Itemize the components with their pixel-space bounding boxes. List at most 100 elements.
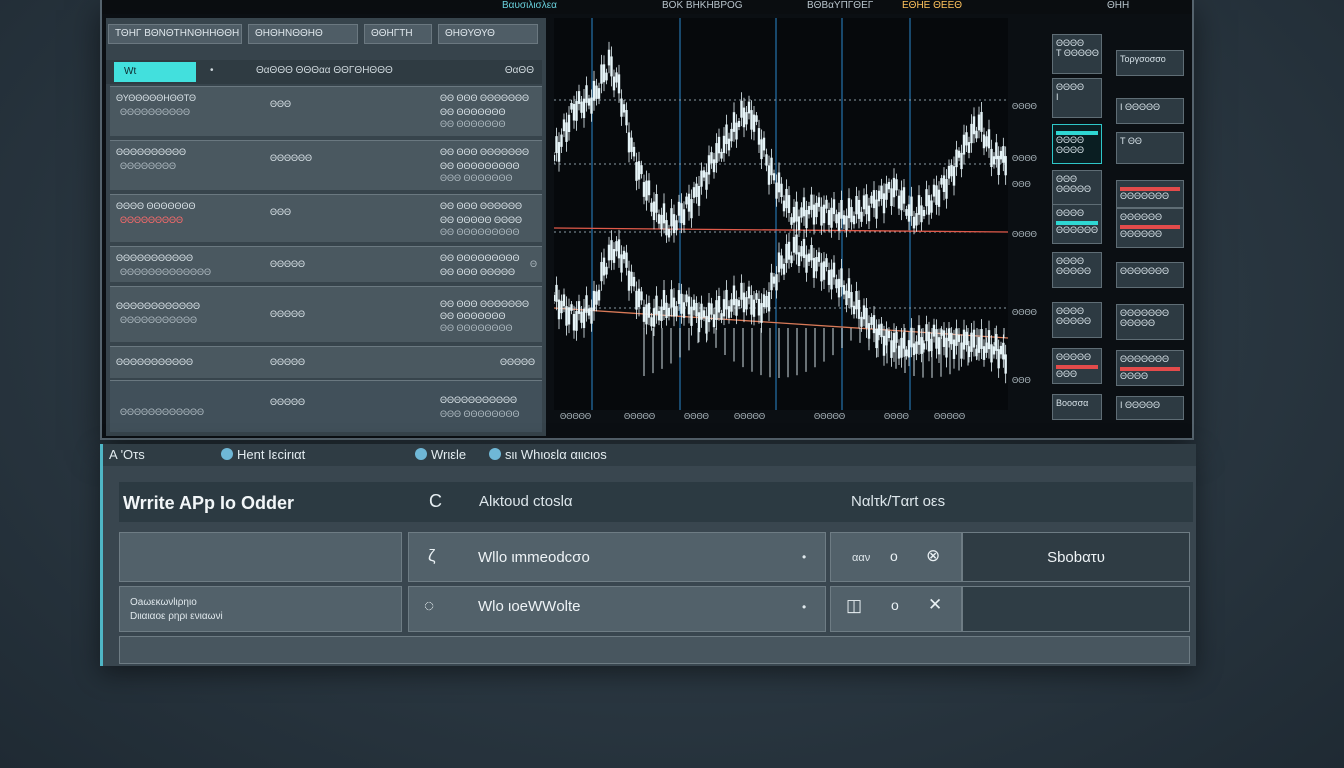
widget-left[interactable]: ΘΘΘΘΘΘΘΘ (1052, 124, 1102, 164)
widget-label: ΘΘΘΘ (1056, 208, 1085, 218)
price-candle (715, 143, 718, 163)
chart-small-icon[interactable]: ααν (852, 552, 870, 564)
widget-right[interactable]: ΘΘΘΘΘΘΘ ΘΘΘΘ (1116, 350, 1184, 386)
price-candle (882, 335, 886, 356)
price-candle (999, 345, 1003, 355)
widget-right[interactable]: ΘΘΘΘΘΘΘΘΘΘΘΘ (1116, 208, 1184, 248)
price-candle (747, 286, 751, 299)
price-candle (982, 134, 986, 149)
price-candle (717, 136, 721, 154)
price-candle (785, 188, 788, 209)
order-row[interactable]: ΘΘΘΘΘΘΘΘΘΘΘ ΘΘΘΘΘ ΘΘΘΘΘ (110, 346, 542, 378)
order-sub: ΘΘΘΘΘΘΘΘΘΘΘΘΘ (120, 267, 212, 277)
price-candle (690, 306, 693, 326)
window-icon[interactable]: ◫ (846, 596, 862, 616)
filter-right-label[interactable]: ΘαΘΘ (505, 65, 534, 76)
order-row[interactable]: ΘΥΘΘΘΘΘΗΘΘΤΘ ΘΘΘΘΘΘΘΘΘΘ ΘΘΘ ΘΘ ΘΘΘ ΘΘΘΘΘ… (110, 86, 542, 136)
widget-left[interactable]: ΘΘΘΘΘΘΘΘ (1052, 348, 1102, 384)
price-candle (800, 207, 803, 218)
tab-orders[interactable]: Α 'Οτs (109, 447, 145, 462)
widget-right[interactable]: Τοργσοσσο (1116, 50, 1184, 76)
price-candle (667, 307, 671, 317)
order-row[interactable]: ΘΘΘΘΘΘΘΘΘΘΘΘ ΘΘΘΘΘΘΘΘΘΘΘ ΘΘΘΘΘ ΘΘ ΘΘΘ ΘΘ… (110, 286, 542, 342)
order-entry-tabs: Α 'Οτs Ηent Ιεcirιαt Wrιεle sιι Whιοεlα … (103, 444, 1196, 466)
circle-icon[interactable]: ◌ (424, 596, 434, 616)
option-icon[interactable]: ο (890, 548, 898, 564)
price-candle (737, 300, 741, 307)
tab-4[interactable]: ΘΗΘΥΘΥΘ (438, 24, 538, 44)
filter-row: Wt • ΘαΘΘΘ ΘΘΘαα ΘΘΓΘΗΘΘΘ ΘαΘΘ (106, 60, 542, 84)
widget-left[interactable]: Βοοσσα (1052, 394, 1102, 420)
order-row[interactable]: ΘΘΘΘ ΘΘΘΘΘΘΘ ΘΘΘΘΘΘΘΘΘ ΘΘΘ ΘΘ ΘΘΘ ΘΘΘΘΘΘ… (110, 194, 542, 242)
widget-right[interactable]: ΘΘΘΘΘΘΘ (1116, 262, 1184, 288)
price-candle (750, 110, 753, 130)
widget-label: ΘΘΘΘΘΘΘ (1120, 266, 1170, 276)
price-candle (807, 206, 811, 215)
price-candle (815, 202, 818, 218)
price-candle (580, 311, 583, 323)
candlestick-chart[interactable] (554, 18, 1008, 410)
option-icon[interactable]: ο (891, 597, 899, 613)
order-r3: ΘΘΘ ΘΘΘΘΘΘΘΘ (440, 409, 520, 419)
tab-write[interactable]: Wrιεle (415, 447, 466, 462)
widget-left[interactable]: ΘΘΘΘ Ι (1052, 78, 1102, 118)
price-candle (950, 164, 953, 177)
widget-label: ΘΘΘΘΘΘΘ (1120, 354, 1170, 364)
tab-2[interactable]: ΘΗΘΗΝΘΘΗΘ (248, 24, 358, 44)
widget-right[interactable]: Ι ΘΘΘΘΘ (1116, 396, 1184, 420)
tab-history[interactable]: Ηent Ιεcirιαt (221, 447, 305, 462)
price-candle (732, 112, 736, 132)
widget-left[interactable]: ΘΘΘΘ Τ ΘΘΘΘΘ (1052, 34, 1102, 74)
price-candle (782, 200, 786, 212)
order-name: ΘΘΘΘΘΘΘΘΘΘΘ (116, 357, 194, 367)
price-candle (785, 243, 788, 264)
refresh-icon[interactable]: C (429, 491, 442, 512)
price-candle (680, 203, 683, 224)
widget-left[interactable]: ΘΘΘΘ ΘΘΘΘΘΘ (1052, 204, 1102, 244)
order-input-row[interactable] (408, 586, 826, 632)
price-candle (945, 178, 948, 199)
order-row[interactable]: ΘΘΘΘΘΘΘΘΘΘΘ ΘΘΘΘΘΘΘΘΘΘΘΘΘ ΘΘΘΘΘ ΘΘ ΘΘΘΘΘ… (110, 246, 542, 282)
price-candle (832, 199, 836, 215)
widget-right[interactable]: Ι ΘΘΘΘΘ (1116, 98, 1184, 124)
tab-watchlist[interactable]: sιι Whιοεlα αιιcιos (489, 447, 607, 462)
price-candle (787, 195, 791, 213)
price-candle (832, 262, 836, 278)
widget-left[interactable]: ΘΘΘΘ ΘΘΘΘΘ (1052, 252, 1102, 288)
cancel-order-icon[interactable]: ⊗ (926, 546, 940, 566)
moving-average-line (554, 307, 1008, 339)
price-candle (730, 299, 733, 312)
order-row[interactable]: ΘΘΘΘΘΘΘΘΘΘΘΘ ΘΘΘΘΘ ΘΘΘΘΘΘΘΘΘΘΘ ΘΘΘ ΘΘΘΘΘ… (110, 380, 542, 432)
price-candle (560, 134, 563, 147)
top-status-bar: Bαυσιλισλεα BOK BHKHBPOG BΘBαΥΠΓΘΕΓ ΕΘΗΕ… (102, 0, 1192, 14)
price-candle (985, 136, 988, 147)
widget-label: ΘΘΘΘ (1056, 38, 1085, 48)
footer-bar (119, 636, 1190, 664)
order-sub: ΘΘΘΘΘΘΘΘΘΘΘΘ (120, 407, 205, 417)
order-mid: ΘΘΘΘΘ (270, 259, 306, 269)
tab-3[interactable]: ΘΘΗΓΤΗ (364, 24, 432, 44)
price-candle (567, 307, 571, 325)
submit-button[interactable]: Sbobατυ (962, 532, 1190, 582)
order-row[interactable]: ΘΘΘΘΘΘΘΘΘΘ ΘΘΘΘΘΘΘΘ ΘΘΘΘΘΘ ΘΘ ΘΘΘ ΘΘΘΘΘΘ… (110, 140, 542, 190)
tab-1[interactable]: ΤΘΗΓ ΒΘΝΘΤΗΝΘΗΗΘΘΗ (108, 24, 242, 44)
price-candle (965, 132, 968, 146)
price-label: ΘΘΘ (1012, 180, 1031, 189)
widget-right[interactable]: Τ ΘΘ (1116, 132, 1184, 164)
status-text-d: ΘΗΗ (1107, 0, 1130, 11)
price-candle (692, 187, 696, 198)
price-candle (607, 49, 611, 66)
price-candle (727, 306, 731, 318)
widget-left[interactable]: ΘΘΘΘ ΘΘΘΘΘ (1052, 302, 1102, 338)
widget-right[interactable]: ΘΘΘΘΘΘΘΘΘΘΘΘ (1116, 304, 1184, 340)
widget-right[interactable]: ΘΘΘΘΘΘΘ (1116, 180, 1184, 208)
order-type-icon[interactable]: ζ (428, 546, 436, 566)
order-input-row[interactable] (408, 532, 826, 582)
price-candle (910, 327, 913, 348)
price-candle (747, 101, 751, 114)
price-candle (585, 295, 588, 313)
close-icon[interactable]: ✕ (928, 595, 942, 615)
price-candle (837, 212, 841, 231)
price-candle (554, 295, 556, 301)
search-input[interactable]: Wt (114, 62, 196, 82)
